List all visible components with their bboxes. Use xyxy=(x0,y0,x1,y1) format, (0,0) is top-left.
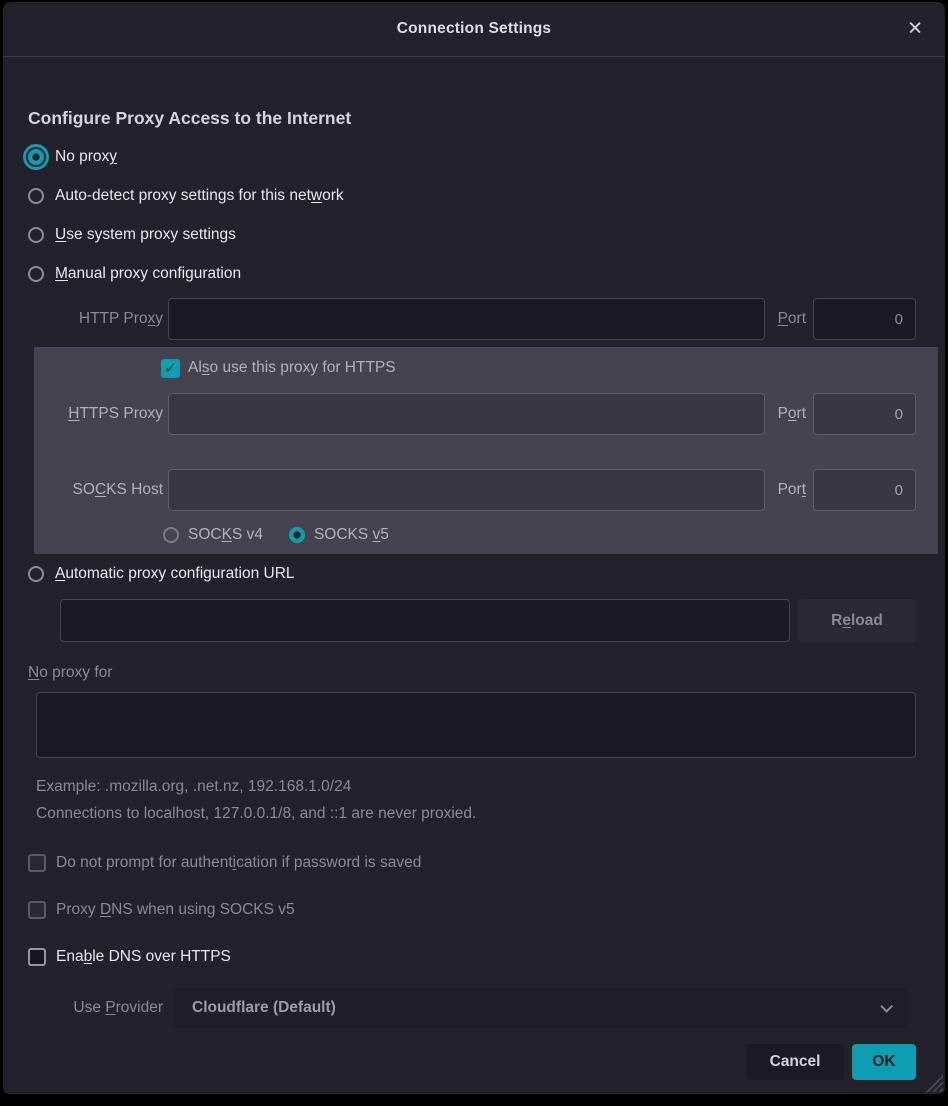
close-button[interactable]: ✕ xyxy=(899,16,931,43)
autoconfig-url-input xyxy=(60,599,790,642)
manual-proxy-highlight-section: ✓ Also use this proxy for HTTPS HTTPS Pr… xyxy=(34,347,938,554)
socks-v5-label: SOCKS v5 xyxy=(314,525,389,545)
also-https-label: Also use this proxy for HTTPS xyxy=(188,358,396,378)
socks-port-input xyxy=(813,469,916,511)
radio-row-manual-proxy[interactable]: Manual proxy configuration xyxy=(28,259,945,289)
checked-checkbox-icon: ✓ xyxy=(161,359,180,378)
no-proxy-for-label: No proxy for xyxy=(28,663,112,683)
resize-grip[interactable] xyxy=(926,1075,943,1092)
socks-host-input xyxy=(168,469,765,511)
socks-port-label: Port xyxy=(775,481,806,499)
chevron-down-icon xyxy=(880,1000,893,1013)
no-proxy-for-label-row: No proxy for xyxy=(28,658,945,688)
radio-label-autoconfig-url: Automatic proxy configuration URL xyxy=(55,564,295,584)
proxy-dns-socks5-label: Proxy DNS when using SOCKS v5 xyxy=(56,900,295,920)
radio-label-no-proxy: No proxy xyxy=(55,147,117,167)
dialog-footer: Cancel OK xyxy=(3,1044,916,1080)
radio-row-auto-detect[interactable]: Auto-detect proxy settings for this netw… xyxy=(28,181,945,211)
unchecked-checkbox-icon xyxy=(28,948,46,966)
radio-row-no-proxy[interactable]: No proxy xyxy=(28,142,945,172)
https-port-input xyxy=(813,393,916,435)
https-proxy-input xyxy=(168,393,765,435)
radio-unselected-icon xyxy=(163,527,179,543)
no-proxy-for-textarea xyxy=(36,692,916,758)
page-title: Configure Proxy Access to the Internet xyxy=(28,106,945,130)
reload-button-label: Reload xyxy=(831,612,883,629)
dialog-title: Connection Settings xyxy=(397,20,552,38)
doh-provider-selected-value: Cloudflare (Default) xyxy=(192,999,880,1017)
radio-label-auto-detect: Auto-detect proxy settings for this netw… xyxy=(55,186,344,206)
radio-unselected-icon xyxy=(28,188,44,204)
cancel-button[interactable]: Cancel xyxy=(746,1044,844,1080)
radio-label-system-proxy: Use system proxy settings xyxy=(55,225,236,245)
doh-provider-row: Use Provider Cloudflare (Default) xyxy=(28,988,916,1028)
radio-label-manual-proxy: Manual proxy configuration xyxy=(55,264,241,284)
checkbox-row-enable-doh[interactable]: Enable DNS over HTTPS xyxy=(28,942,945,972)
use-provider-label: Use Provider xyxy=(28,999,163,1017)
socks-host-label: SOCKS Host xyxy=(34,481,168,499)
http-port-input xyxy=(813,298,916,340)
radio-row-autoconfig-url[interactable]: Automatic proxy configuration URL xyxy=(28,559,945,589)
http-proxy-input xyxy=(168,298,765,340)
https-proxy-row: HTTPS Proxy Port xyxy=(34,393,916,435)
http-proxy-label: HTTP Proxy xyxy=(28,310,168,328)
autoconfig-url-row: Reload xyxy=(60,599,916,642)
checkbox-row-no-auth-prompt: Do not prompt for authentication if pass… xyxy=(28,848,945,878)
unchecked-checkbox-icon xyxy=(28,901,46,919)
ok-button[interactable]: OK xyxy=(852,1044,916,1080)
no-proxy-example-text: Example: .mozilla.org, .net.nz, 192.168.… xyxy=(36,773,945,800)
radio-unselected-icon xyxy=(28,266,44,282)
socks-v4-label: SOCKS v4 xyxy=(188,525,263,545)
unchecked-checkbox-icon xyxy=(28,854,46,872)
doh-provider-dropdown: Cloudflare (Default) xyxy=(173,988,908,1028)
radio-selected-icon xyxy=(289,527,305,543)
https-proxy-label: HTTPS Proxy xyxy=(34,405,168,423)
reload-button: Reload xyxy=(798,599,916,642)
http-proxy-row: HTTP Proxy Port xyxy=(3,298,945,340)
dialog-titlebar: Connection Settings ✕ xyxy=(3,2,945,57)
http-port-label: Port xyxy=(775,310,806,328)
radio-selected-icon xyxy=(28,149,44,165)
radio-row-system-proxy[interactable]: Use system proxy settings xyxy=(28,220,945,250)
enable-doh-label: Enable DNS over HTTPS xyxy=(56,947,231,967)
check-icon: ✓ xyxy=(164,361,177,376)
localhost-note-text: Connections to localhost, 127.0.0.1/8, a… xyxy=(36,800,945,827)
connection-settings-dialog: Connection Settings ✕ Configure Proxy Ac… xyxy=(3,2,945,1094)
radio-unselected-icon xyxy=(28,227,44,243)
checkbox-row-proxy-dns-socks5: Proxy DNS when using SOCKS v5 xyxy=(28,895,945,925)
https-port-label: Port xyxy=(775,405,806,423)
close-icon: ✕ xyxy=(907,19,923,40)
radio-unselected-icon xyxy=(28,566,44,582)
no-auth-prompt-label: Do not prompt for authentication if pass… xyxy=(56,853,421,873)
also-https-checkbox-row: ✓ Also use this proxy for HTTPS xyxy=(161,355,916,381)
socks-version-row: SOCKS v4 SOCKS v5 xyxy=(163,520,916,550)
socks-host-row: SOCKS Host Port xyxy=(34,469,916,511)
